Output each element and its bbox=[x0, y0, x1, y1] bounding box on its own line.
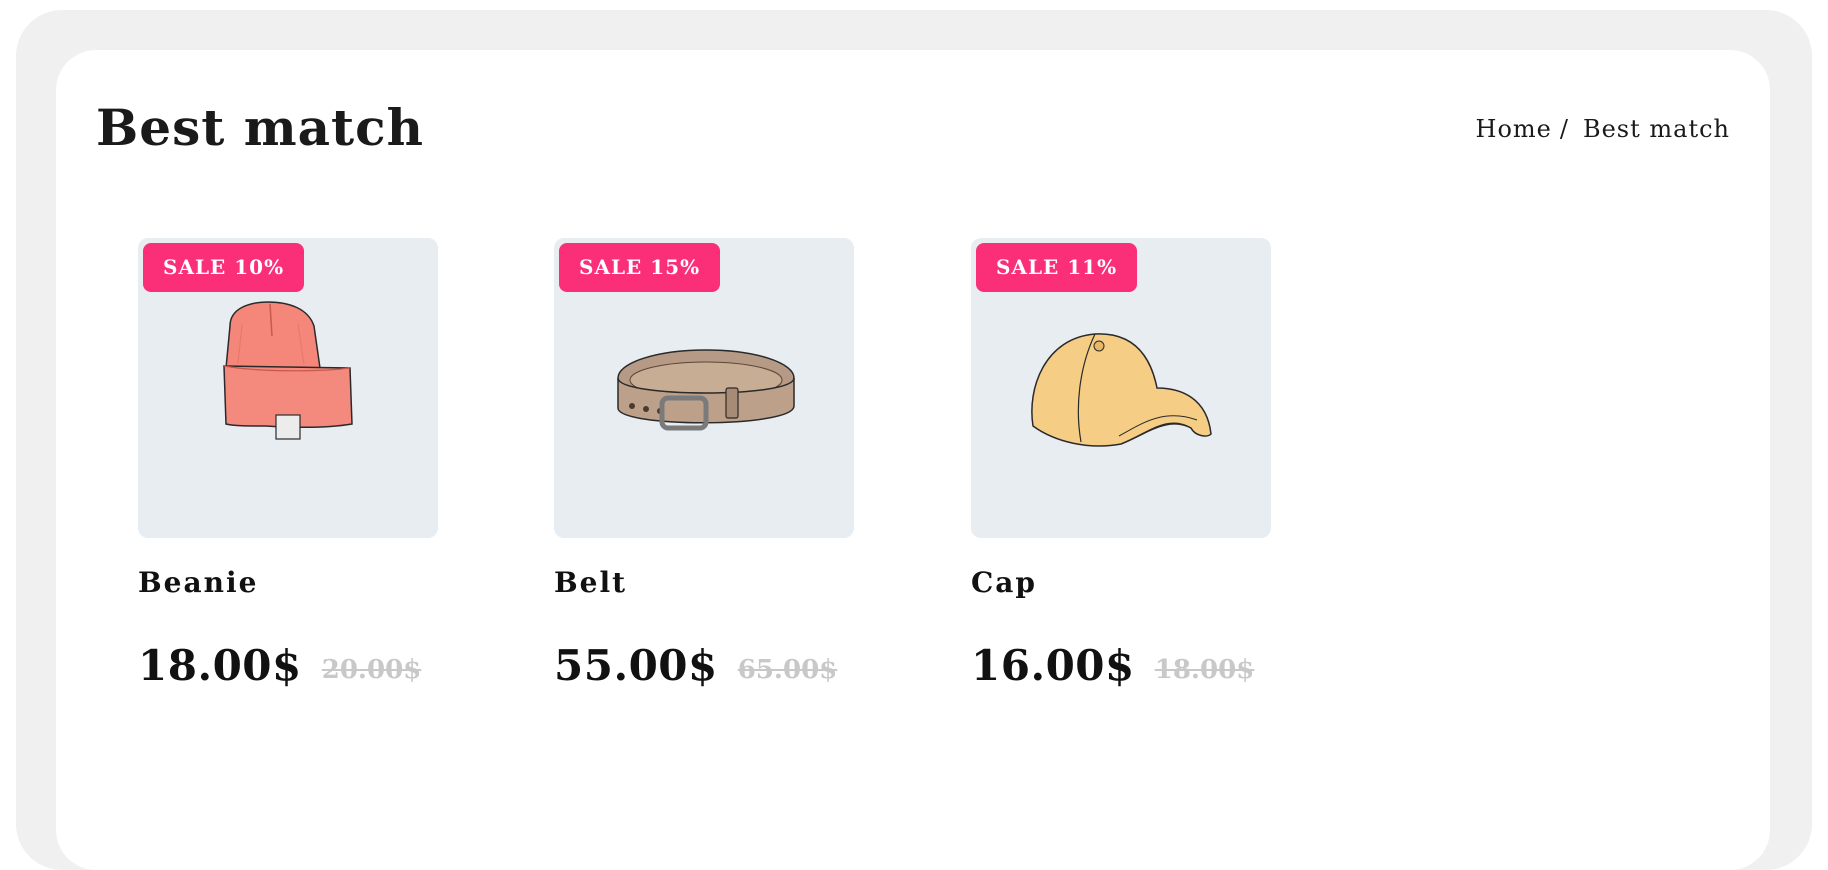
product-image-beanie[interactable]: SALE 10% bbox=[138, 238, 438, 538]
current-price: 18.00$ bbox=[138, 641, 302, 690]
breadcrumb-home-link[interactable]: Home bbox=[1476, 115, 1552, 143]
price-row: 18.00$ 20.00$ bbox=[138, 642, 438, 699]
product-name[interactable]: Cap bbox=[971, 566, 1271, 600]
breadcrumb-separator: / bbox=[1559, 115, 1569, 143]
product-name[interactable]: Beanie bbox=[138, 566, 438, 600]
product-card-belt[interactable]: SALE 15% Belt 55.00$ 65.00$ bbox=[554, 238, 854, 699]
product-card-beanie[interactable]: SALE 10% Beanie 18.00$ 20.00$ bbox=[138, 238, 438, 699]
current-price: 16.00$ bbox=[971, 641, 1135, 690]
original-price: 18.00$ bbox=[1154, 655, 1255, 685]
sale-badge: SALE 15% bbox=[559, 243, 721, 292]
sale-badge: SALE 10% bbox=[143, 243, 305, 292]
price-row: 55.00$ 65.00$ bbox=[554, 642, 854, 699]
breadcrumb-current: Best match bbox=[1582, 115, 1730, 143]
breadcrumb: Home / Best match bbox=[1476, 114, 1730, 144]
product-card-cap[interactable]: SALE 11% Cap 16.00$ 18.00$ bbox=[971, 238, 1271, 699]
original-price: 20.00$ bbox=[321, 655, 422, 685]
page-title: Best match bbox=[96, 98, 424, 157]
product-image-cap[interactable]: SALE 11% bbox=[971, 238, 1271, 538]
current-price: 55.00$ bbox=[554, 641, 718, 690]
product-image-belt[interactable]: SALE 15% bbox=[554, 238, 854, 538]
original-price: 65.00$ bbox=[737, 655, 838, 685]
product-name[interactable]: Belt bbox=[554, 566, 854, 600]
price-row: 16.00$ 18.00$ bbox=[971, 642, 1271, 699]
sale-badge: SALE 11% bbox=[976, 243, 1138, 292]
